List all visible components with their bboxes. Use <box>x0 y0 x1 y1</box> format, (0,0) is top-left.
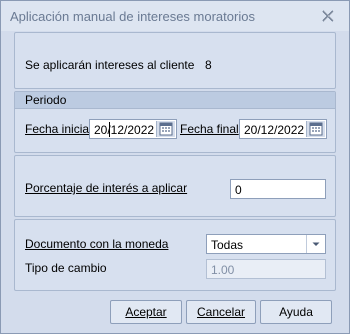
periodo-panel: Periodo Fecha inicial 20/12/2022 Fecha f… <box>14 91 336 153</box>
calendar-icon[interactable] <box>156 121 175 137</box>
client-count-value: 8 <box>205 58 212 72</box>
chevron-down-icon[interactable] <box>306 235 325 253</box>
fecha-final-field[interactable]: 20/12/2022 <box>239 119 327 139</box>
moneda-panel: Documento con la moneda Todas Tipo de ca… <box>14 219 336 291</box>
text-cursor <box>109 122 110 137</box>
fecha-final-label: Fecha final <box>180 122 239 136</box>
close-icon[interactable] <box>321 9 335 23</box>
porcentaje-field[interactable]: 0 <box>230 179 326 199</box>
calendar-icon[interactable] <box>306 121 325 137</box>
ayuda-button[interactable]: Ayuda <box>260 300 332 324</box>
fecha-inicial-label: Fecha inicial <box>25 122 92 136</box>
porcentaje-label: Porcentaje de interés a aplicar <box>25 181 188 195</box>
periodo-header-label: Periodo <box>25 93 67 107</box>
periodo-header: Periodo <box>15 92 335 109</box>
tipo-cambio-label: Tipo de cambio <box>25 261 107 275</box>
aceptar-button[interactable]: Aceptar <box>110 300 182 324</box>
info-panel: Se aplicarán intereses al cliente 8 <box>14 32 336 89</box>
dialog-window: Aplicación manual de intereses moratorio… <box>0 0 350 334</box>
client-info-label: Se aplicarán intereses al cliente <box>25 58 195 72</box>
tipo-cambio-field: 1.00 <box>206 259 326 279</box>
window-title: Aplicación manual de intereses moratorio… <box>10 9 255 24</box>
fecha-inicial-field[interactable]: 20/12/2022 <box>89 119 177 139</box>
porcentaje-panel: Porcentaje de interés a aplicar 0 <box>14 155 336 217</box>
cancelar-button[interactable]: Cancelar <box>186 300 256 324</box>
documento-moneda-select[interactable]: Todas <box>206 234 326 254</box>
documento-moneda-label: Documento con la moneda <box>25 237 169 251</box>
title-bar: Aplicación manual de intereses moratorio… <box>1 1 349 31</box>
